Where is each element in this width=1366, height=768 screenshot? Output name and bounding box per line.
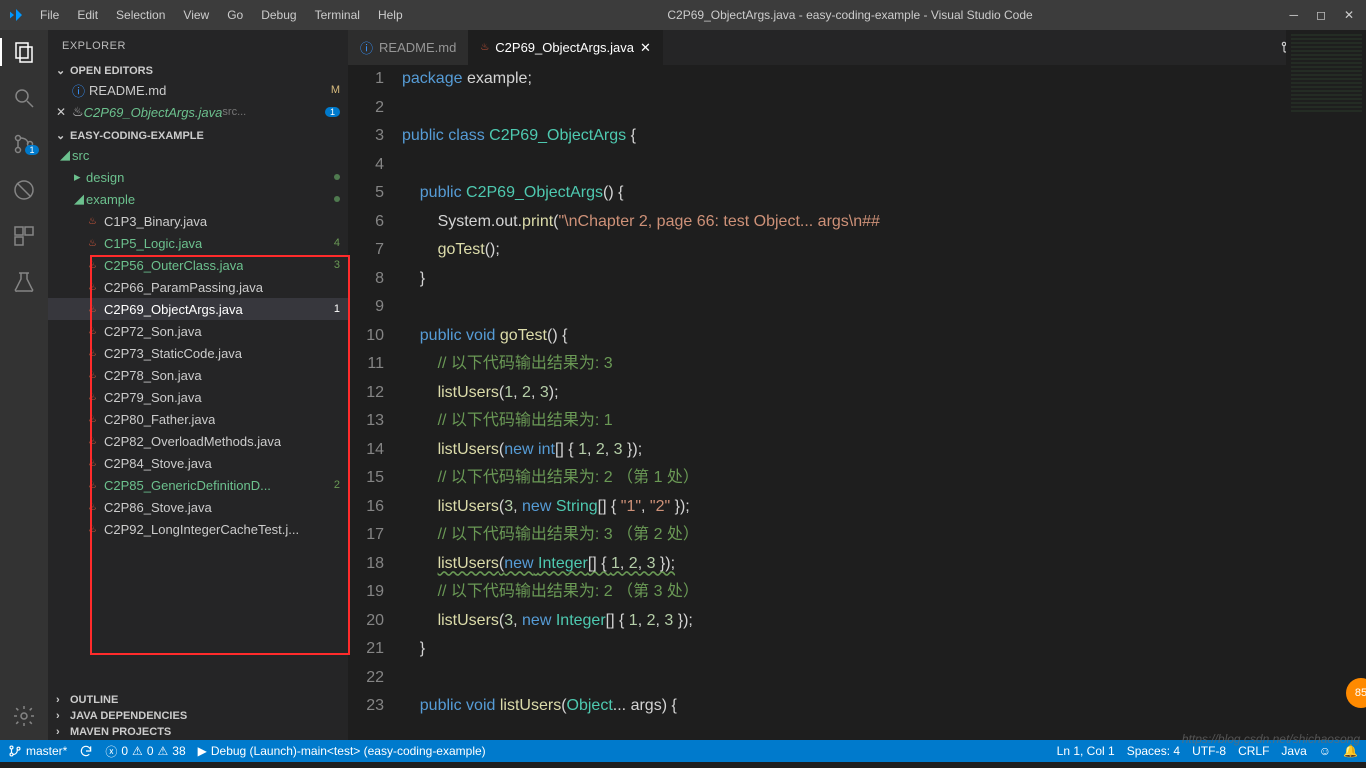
file-item[interactable]: ♨C2P69_ObjectArgs.java1 — [48, 298, 348, 320]
folder-item[interactable]: ◢example — [48, 188, 348, 210]
scm-icon[interactable]: 1 — [10, 130, 38, 158]
status-branch[interactable]: master* — [8, 744, 67, 758]
menu-edit[interactable]: Edit — [69, 4, 106, 26]
menu-selection[interactable]: Selection — [108, 4, 173, 26]
editor-tab[interactable]: ⓘREADME.md — [348, 30, 468, 65]
file-item[interactable]: ♨C1P3_Binary.java — [48, 210, 348, 232]
status-language[interactable]: Java — [1281, 744, 1306, 758]
status-encoding[interactable]: UTF-8 — [1192, 744, 1226, 758]
status-bell-icon[interactable]: 🔔 — [1343, 744, 1358, 758]
watermark: https://blog.csdn.net/shichaosong — [1182, 732, 1360, 746]
activity-bar: 1 — [0, 30, 48, 740]
open-editor-item[interactable]: ⓘREADME.mdM — [48, 79, 348, 101]
menu-file[interactable]: File — [32, 4, 67, 26]
file-item[interactable]: ♨C2P85_GenericDefinitionD...2 — [48, 474, 348, 496]
window-title: C2P69_ObjectArgs.java - easy-coding-exam… — [411, 8, 1290, 22]
status-feedback-icon[interactable]: ☺ — [1319, 744, 1331, 758]
file-item[interactable]: ♨C2P80_Father.java — [48, 408, 348, 430]
chevron-down-icon: ⌄ — [56, 129, 66, 142]
menu-terminal[interactable]: Terminal — [307, 4, 368, 26]
tabs-bar: ⓘREADME.md♨C2P69_ObjectArgs.java✕ ··· — [348, 30, 1366, 65]
status-debug[interactable]: ▶Debug (Launch)-main<test> (easy-coding-… — [198, 744, 486, 758]
search-icon[interactable] — [10, 84, 38, 112]
debug-icon[interactable] — [10, 176, 38, 204]
status-spaces[interactable]: Spaces: 4 — [1127, 744, 1180, 758]
vscode-logo-icon — [8, 7, 24, 23]
chevron-down-icon: ⌄ — [56, 64, 66, 77]
menu-bar: File Edit Selection View Go Debug Termin… — [32, 4, 411, 26]
file-item[interactable]: ♨C2P72_Son.java — [48, 320, 348, 342]
minimize-icon[interactable]: ─ — [1289, 8, 1298, 22]
close-icon[interactable]: ✕ — [1344, 8, 1354, 22]
editor-tab[interactable]: ♨C2P69_ObjectArgs.java✕ — [468, 30, 663, 65]
status-bar: master* ⓧ0 ⚠0 ⚠38 ▶Debug (Launch)-main<t… — [0, 740, 1366, 762]
open-editors-label: OPEN EDITORS — [70, 65, 153, 77]
file-item[interactable]: ♨C2P56_OuterClass.java3 — [48, 254, 348, 276]
menu-help[interactable]: Help — [370, 4, 411, 26]
extensions-icon[interactable] — [10, 222, 38, 250]
explorer-icon[interactable] — [10, 38, 38, 66]
close-tab-icon[interactable]: ✕ — [640, 40, 651, 56]
folder-item[interactable]: ◢src — [48, 144, 348, 166]
maximize-icon[interactable]: ◻ — [1316, 8, 1326, 22]
project-section[interactable]: ⌄ EASY-CODING-EXAMPLE — [48, 127, 348, 144]
menu-debug[interactable]: Debug — [253, 4, 304, 26]
status-position[interactable]: Ln 1, Col 1 — [1057, 744, 1115, 758]
folder-item[interactable]: ▸design — [48, 166, 348, 188]
sidebar-section[interactable]: ›OUTLINE — [48, 692, 348, 708]
file-item[interactable]: ♨C2P73_StaticCode.java — [48, 342, 348, 364]
code-editor[interactable]: 1234567891011121314151617181920212223 pa… — [348, 65, 1366, 740]
beaker-icon[interactable] — [10, 268, 38, 296]
file-item[interactable]: ♨C2P84_Stove.java — [48, 452, 348, 474]
menu-go[interactable]: Go — [219, 4, 251, 26]
status-eol[interactable]: CRLF — [1238, 744, 1269, 758]
open-editors-section[interactable]: ⌄ OPEN EDITORS — [48, 62, 348, 79]
scm-badge: 1 — [25, 145, 39, 155]
file-item[interactable]: ♨C2P66_ParamPassing.java — [48, 276, 348, 298]
branch-label: master* — [26, 744, 67, 758]
explorer-title: EXPLORER — [48, 30, 348, 62]
title-bar: File Edit Selection View Go Debug Termin… — [0, 0, 1366, 30]
file-item[interactable]: ♨C2P82_OverloadMethods.java — [48, 430, 348, 452]
open-editor-item[interactable]: ✕♨C2P69_ObjectArgs.java src...1 — [48, 101, 348, 123]
file-item[interactable]: ♨C2P92_LongIntegerCacheTest.j... — [48, 518, 348, 540]
minimap[interactable] — [1286, 65, 1366, 150]
editor-area: ⓘREADME.md♨C2P69_ObjectArgs.java✕ ··· 12… — [348, 30, 1366, 740]
file-item[interactable]: ♨C2P78_Son.java — [48, 364, 348, 386]
file-item[interactable]: ♨C2P79_Son.java — [48, 386, 348, 408]
status-sync[interactable] — [79, 744, 93, 758]
project-label: EASY-CODING-EXAMPLE — [70, 130, 204, 142]
file-item[interactable]: ♨C1P5_Logic.java4 — [48, 232, 348, 254]
menu-view[interactable]: View — [175, 4, 217, 26]
status-problems[interactable]: ⓧ0 ⚠0 ⚠38 — [105, 743, 185, 760]
sidebar-section[interactable]: ›MAVEN PROJECTS — [48, 724, 348, 740]
explorer-sidebar: EXPLORER ⌄ OPEN EDITORS ⓘREADME.mdM✕♨C2P… — [48, 30, 348, 740]
file-item[interactable]: ♨C2P86_Stove.java — [48, 496, 348, 518]
settings-icon[interactable] — [10, 702, 38, 730]
sidebar-section[interactable]: ›JAVA DEPENDENCIES — [48, 708, 348, 724]
